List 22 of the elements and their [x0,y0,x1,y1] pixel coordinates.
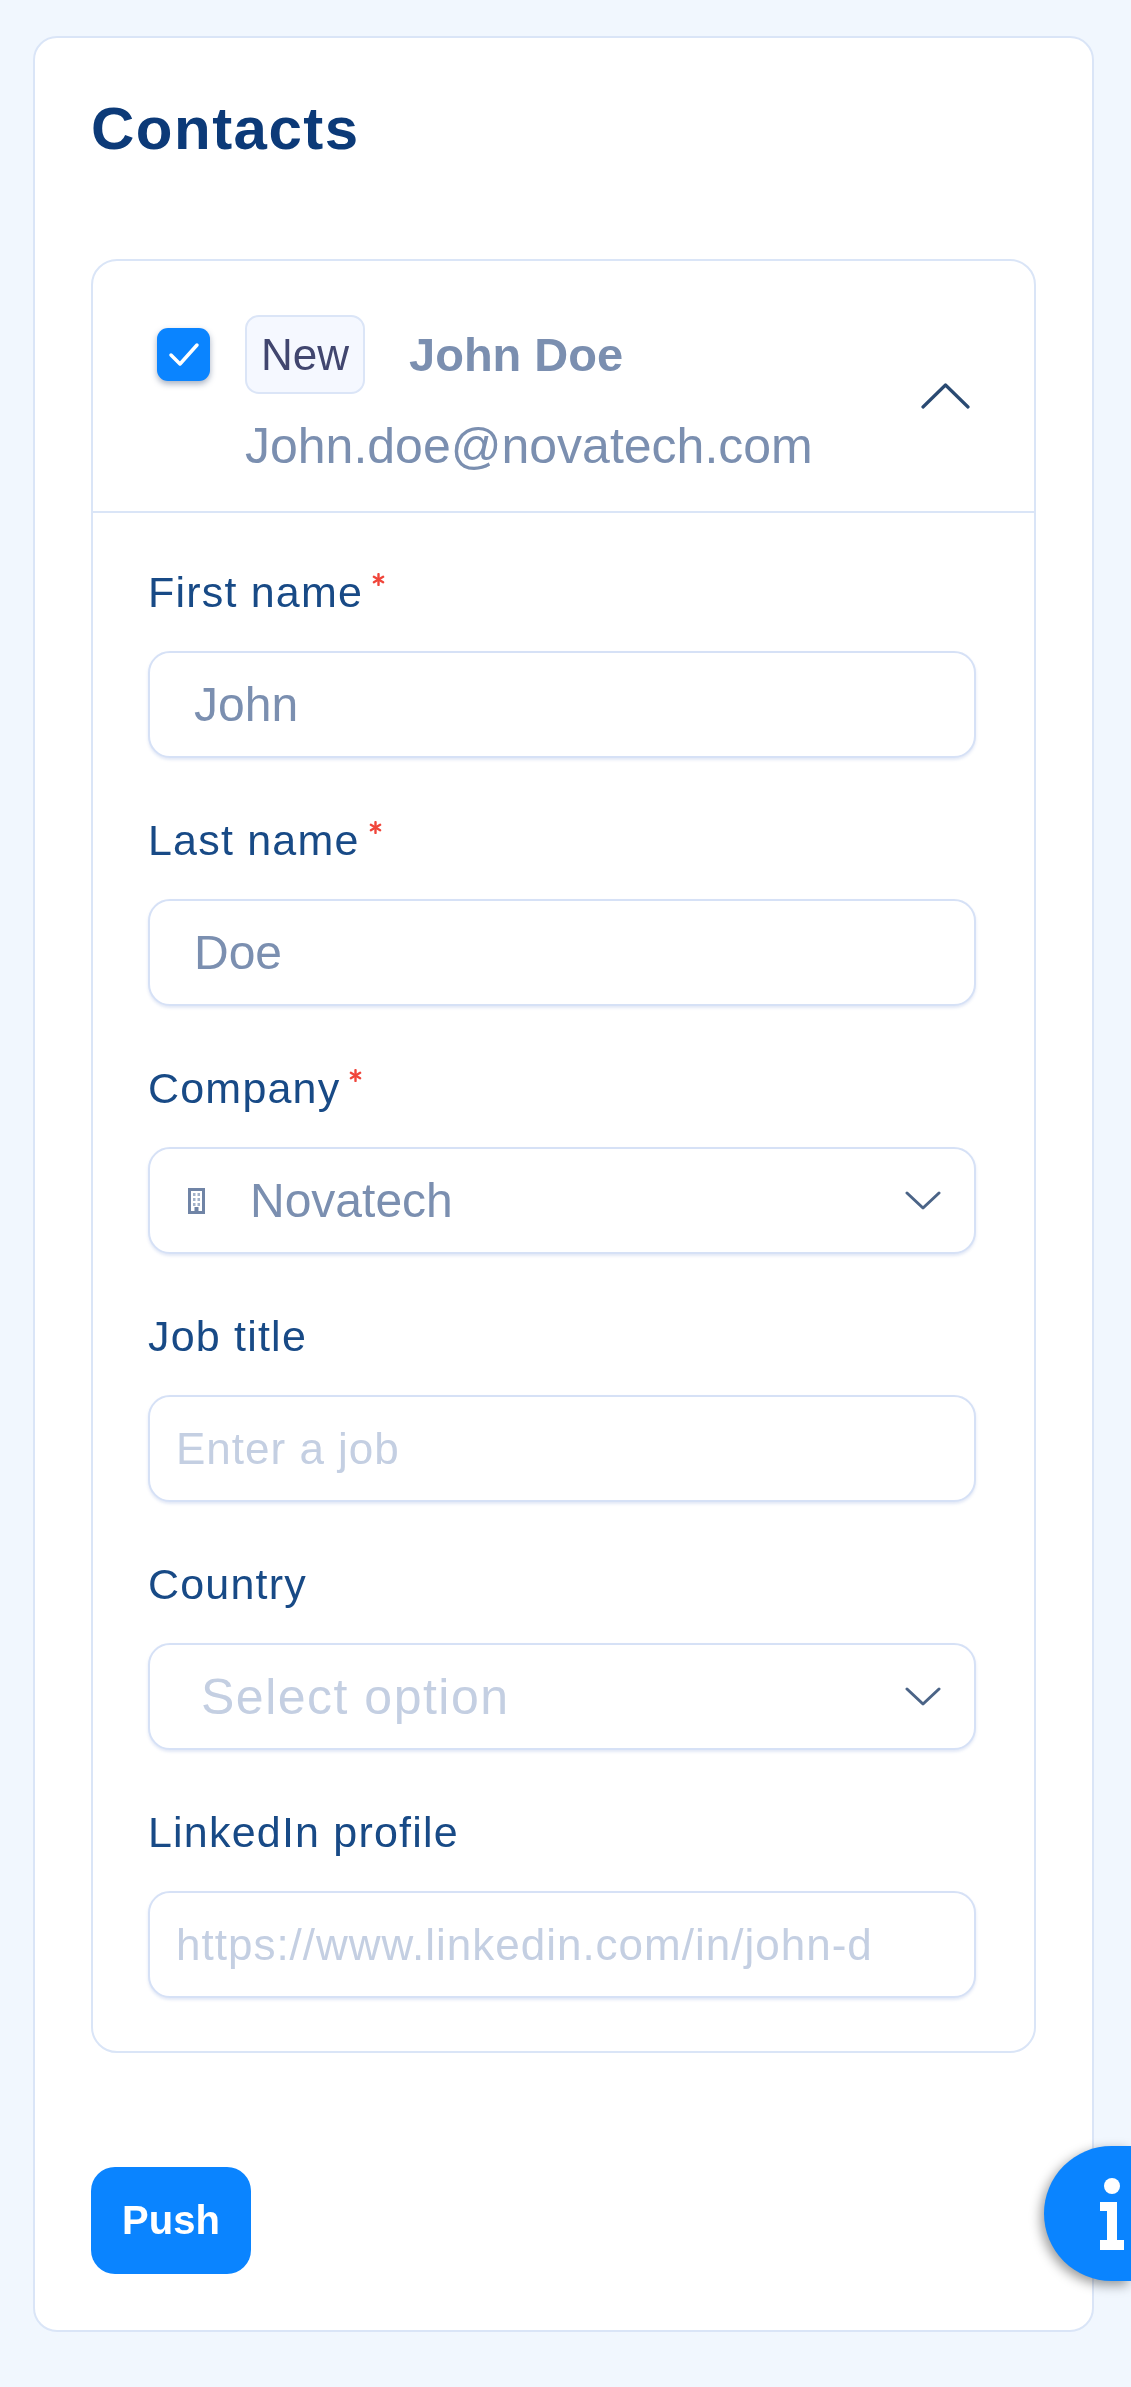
input-field[interactable]: Enter a job [148,1395,976,1502]
field-label: Last name [148,815,360,865]
field-label: Company [148,1063,341,1113]
input-field[interactable]: Doe [148,899,976,1006]
field-label: Country [148,1559,307,1609]
building-icon [188,1187,205,1214]
field-label: First name [148,567,364,617]
field-label: Job title [148,1311,307,1361]
contact-name: John Doe [409,327,624,382]
info-icon [1098,2177,1126,2250]
field-label: LinkedIn profile [148,1807,459,1857]
contact-email: John.doe@novatech.com [245,418,814,475]
panel-title: Contacts [91,94,361,163]
push-button[interactable]: Push [91,2167,251,2274]
chevron-down-icon [905,1190,941,1211]
chevron-up-icon[interactable] [921,381,970,409]
input-field[interactable]: https://www.linkedin.com/in/john-d [148,1891,976,1998]
checkbox[interactable] [157,328,210,381]
status-badge: New [245,315,366,394]
chevron-down-icon [905,1686,941,1707]
dropdown-field[interactable]: Novatech [148,1147,976,1254]
input-field[interactable]: John [148,651,976,758]
